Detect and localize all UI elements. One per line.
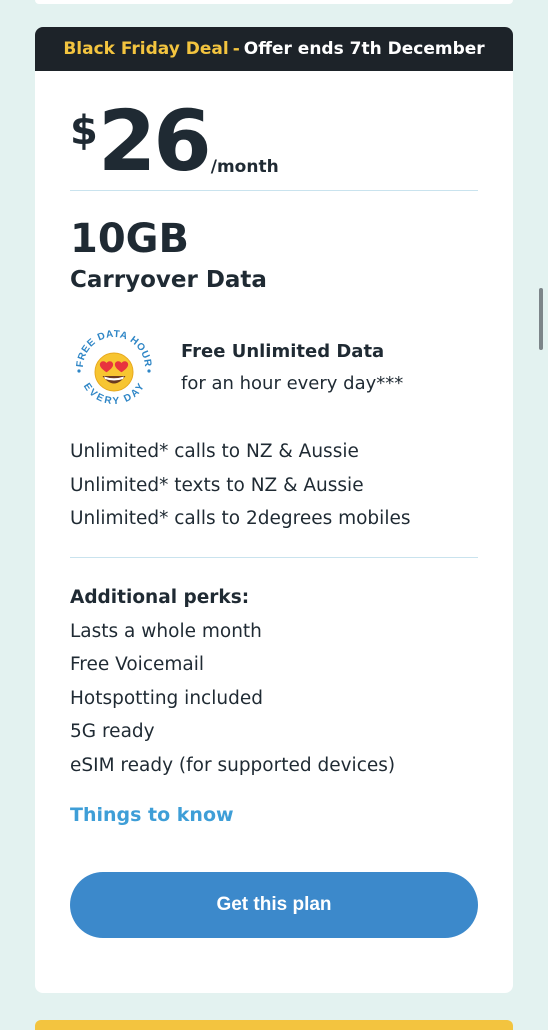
divider [70,190,478,191]
price-amount: 26 [97,92,212,190]
data-label: Carryover Data [70,267,267,293]
divider [70,557,478,558]
feature-list: Unlimited* calls to NZ & Aussie Unlimite… [70,435,410,536]
perk-item: Lasts a whole month [70,620,262,642]
free-data-subtitle: for an hour every day*** [181,373,404,394]
perk-item: Hotspotting included [70,687,263,709]
free-data-info: Free Unlimited Data for an hour every da… [181,337,403,401]
feature-item: Unlimited* calls to 2degrees mobiles [70,508,411,529]
deal-label: Black Friday Deal [63,39,229,59]
plan-price: $ 26 /month [70,99,279,183]
perk-item: 5G ready [70,721,155,742]
next-plan-card-edge [35,1020,513,1030]
price-currency: $ [70,108,98,154]
perks-heading: Additional perks: [70,587,250,608]
feature-item: Unlimited* texts to NZ & Aussie [70,474,364,496]
perk-item: eSIM ready (for supported devices) [70,754,396,776]
get-this-plan-button[interactable]: Get this plan [70,872,478,938]
deal-banner: Black Friday Deal - Offer ends 7th Decem… [35,27,513,71]
things-to-know-link[interactable]: Things to know [70,804,234,826]
scrollbar-thumb[interactable] [539,288,543,350]
previous-plan-card-edge [35,0,513,4]
perks-list: Additional perks: Lasts a whole month Fr… [70,581,395,782]
free-data-hour-badge: FREE DATA HOUR EVERY DAY [75,329,153,407]
plan-card: Black Friday Deal - Offer ends 7th Decem… [35,27,513,993]
deal-separator: - [232,39,240,59]
offer-end-text: Offer ends 7th December [243,39,485,59]
heart-eyes-emoji-icon [94,352,134,392]
price-period: /month [210,157,279,177]
free-data-title: Free Unlimited Data [181,341,385,362]
perk-item: Free Voicemail [70,654,205,675]
data-amount: 10GB [70,216,189,262]
feature-item: Unlimited* calls to NZ & Aussie [70,441,359,462]
